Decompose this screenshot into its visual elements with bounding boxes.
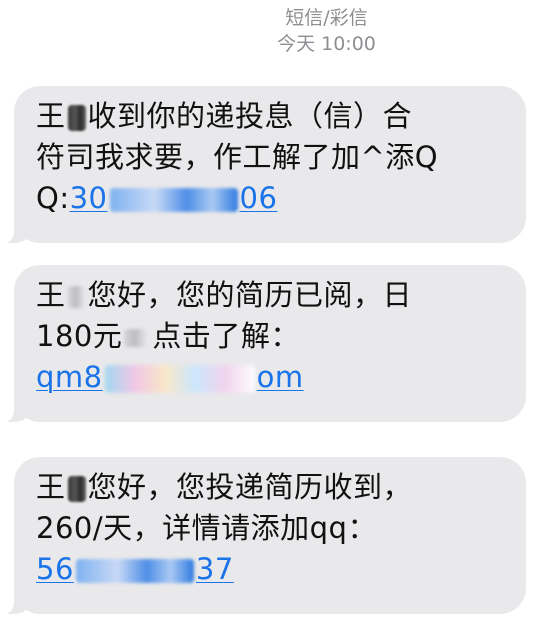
message-line: 符司我求要，作工解了加^添Q [36, 137, 508, 178]
message-text: 点击了解： [152, 319, 300, 353]
message-text: 180元 [36, 319, 123, 353]
message-line: 260/天，详情请添加qq： [36, 508, 508, 549]
message-text: 符司我求要，作工解了加^添Q [36, 140, 439, 174]
conversation-header: 短信/彩信 今天 10:00 [0, 6, 541, 56]
message-line: 56 37 [36, 549, 508, 590]
redaction-block [124, 329, 147, 347]
message-type-label: 短信/彩信 [285, 7, 368, 29]
message-line: 王收到你的递投息（信）合 [36, 96, 508, 137]
qq-number-link[interactable]: 56 37 [36, 552, 234, 586]
message-line: qm8 om [36, 357, 508, 398]
message-text: Q: [36, 181, 70, 215]
qq-number-link[interactable]: 30 06 [70, 181, 278, 215]
message-bubble[interactable]: 王收到你的递投息（信）合 符司我求要，作工解了加^添Q Q:30 06 [0, 86, 526, 244]
message-text: 王 [36, 470, 66, 504]
message-text: 260/天，详情请添加qq： [36, 511, 377, 545]
message-text: 您好，您投递简历收到， [87, 470, 413, 504]
message-line: 180元 点击了解： [36, 316, 508, 357]
message-bubble[interactable]: 王您好，您的简历已阅，日 180元 点击了解： qm8 om [0, 265, 526, 423]
redaction-block [104, 365, 255, 393]
message-timestamp: 今天 10:00 [277, 33, 376, 55]
redaction-block [109, 188, 238, 212]
redaction-block [67, 476, 86, 502]
message-line: Q:30 06 [36, 178, 508, 219]
redaction-block [67, 105, 86, 131]
redaction-block [75, 559, 194, 583]
message-bubble[interactable]: 王您好，您投递简历收到， 260/天，详情请添加qq： 56 37 [0, 457, 526, 615]
message-text: 您好，您的简历已阅，日 [87, 278, 413, 312]
message-line: 王您好，您投递简历收到， [36, 467, 508, 508]
message-text: 王 [36, 99, 66, 133]
website-link[interactable]: qm8 om [36, 360, 304, 394]
message-line: 王您好，您的简历已阅，日 [36, 275, 508, 316]
redaction-block [67, 286, 84, 308]
message-text: 王 [36, 278, 66, 312]
message-text: 收到你的递投息（信）合 [87, 99, 413, 133]
